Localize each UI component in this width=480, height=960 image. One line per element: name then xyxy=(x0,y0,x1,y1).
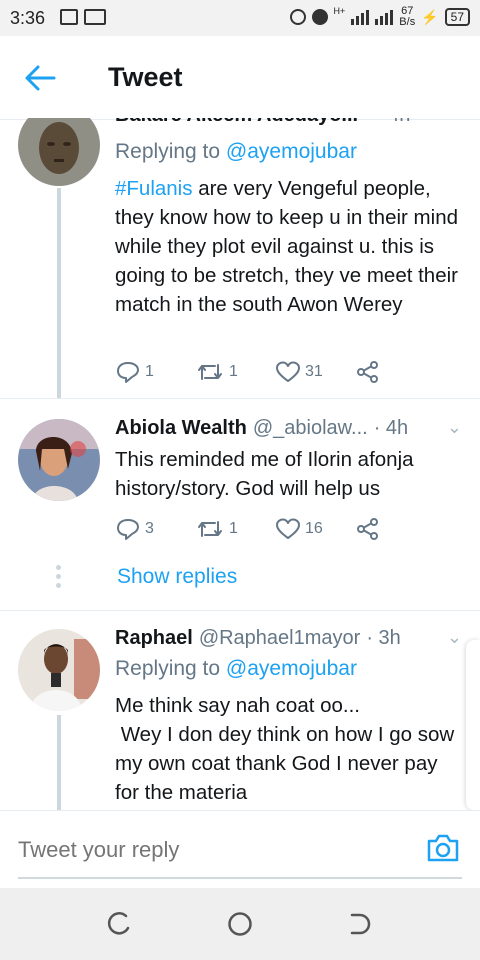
gallery-icon xyxy=(60,9,78,25)
tweet-item[interactable]: Raphael @Raphael1mayor · 3h ⌄ Replying t… xyxy=(0,611,480,810)
reply-bar xyxy=(0,810,480,888)
reply-input[interactable] xyxy=(18,837,398,863)
replying-to: Replying to @ayemojubar xyxy=(115,140,357,164)
thread-line xyxy=(57,188,61,398)
camera-icon[interactable] xyxy=(426,833,460,863)
chevron-down-icon[interactable]: ⌄ xyxy=(447,627,462,648)
hashtag-link[interactable]: #Fulanis xyxy=(115,177,193,200)
system-nav-bar xyxy=(0,888,480,960)
author-name[interactable]: Bakare Akeem Adedayo... xyxy=(115,118,358,127)
like-button[interactable]: 31 xyxy=(275,358,355,386)
back-nav-icon[interactable] xyxy=(346,910,374,938)
show-replies-link[interactable]: Show replies xyxy=(117,565,237,589)
retweet-button[interactable]: 1 xyxy=(195,515,275,543)
signal-icon xyxy=(351,9,370,25)
retweet-count: 1 xyxy=(229,363,238,380)
recent-apps-icon[interactable] xyxy=(106,910,134,938)
scroll-handle[interactable] xyxy=(466,640,480,810)
page-title: Tweet xyxy=(108,62,183,92)
arrow-left-icon[interactable] xyxy=(22,62,58,94)
tweet-header: Abiola Wealth @_abiolaw... · 4h ⌄ xyxy=(115,417,462,440)
tweet-header: Bakare Akeem Adedayo... 4h ⌄ xyxy=(115,118,462,127)
tweet-actions: 3 1 16 xyxy=(115,515,435,543)
tweet-item[interactable]: Abiola Wealth @_abiolaw... · 4h ⌄ This r… xyxy=(0,399,480,609)
signal-icon-2 xyxy=(375,9,394,25)
charging-icon: ⚡ xyxy=(421,8,439,25)
tweet-time: 4h xyxy=(388,118,410,127)
share-button[interactable] xyxy=(355,358,435,386)
replying-prefix: Replying to xyxy=(115,140,221,163)
share-icon xyxy=(357,518,378,540)
reply-icon xyxy=(117,362,139,383)
notification-icons xyxy=(60,9,106,25)
chevron-down-icon[interactable]: ⌄ xyxy=(447,417,462,438)
tweet-text-line: Me think say nah coat oo... xyxy=(115,694,360,717)
retweet-button[interactable]: 1 xyxy=(195,358,275,386)
avatar[interactable] xyxy=(18,629,100,711)
replying-to: Replying to @ayemojubar xyxy=(115,657,357,681)
do-not-disturb-icon xyxy=(311,9,328,25)
network-type: H+ xyxy=(333,6,346,16)
battery-icon: 57 xyxy=(444,8,470,26)
tweet-header: Raphael @Raphael1mayor · 3h ⌄ xyxy=(115,627,462,650)
author-handle[interactable]: @_abiolaw... xyxy=(253,417,368,440)
card-icon xyxy=(84,9,106,25)
chevron-down-icon[interactable]: ⌄ xyxy=(447,118,462,123)
add-circle-icon xyxy=(289,9,306,25)
like-count: 16 xyxy=(305,520,323,537)
status-bar: 3:36 H+ 67 B/s ⚡ 57 xyxy=(0,0,480,36)
tweet-actions: 1 1 31 xyxy=(115,358,435,386)
replying-prefix: Replying to xyxy=(115,657,221,680)
tweet-text: #Fulanis are very Vengeful people, they … xyxy=(115,174,467,319)
author-name[interactable]: Raphael xyxy=(115,627,193,650)
thread-line xyxy=(57,715,61,810)
status-right: H+ 67 B/s ⚡ 57 xyxy=(289,6,470,28)
app-header: Tweet xyxy=(0,36,480,120)
reply-icon xyxy=(117,519,139,540)
status-time: 3:36 xyxy=(10,8,46,28)
heart-icon xyxy=(276,361,300,382)
reply-count: 1 xyxy=(145,363,154,380)
retweet-count: 1 xyxy=(229,520,238,537)
reply-button[interactable]: 1 xyxy=(115,358,195,386)
avatar[interactable] xyxy=(18,118,100,186)
author-name[interactable]: Abiola Wealth xyxy=(115,417,247,440)
share-icon xyxy=(357,361,378,383)
network-speed: 67 B/s xyxy=(399,6,415,28)
heart-icon xyxy=(276,518,300,539)
thread-dots xyxy=(56,565,62,592)
tweet-time: · 3h xyxy=(366,627,401,649)
speed-unit: B/s xyxy=(399,16,416,28)
mention-link[interactable]: @ayemojubar xyxy=(226,140,357,163)
reply-button[interactable]: 3 xyxy=(115,515,195,543)
share-button[interactable] xyxy=(355,515,435,543)
avatar[interactable] xyxy=(18,419,100,501)
tweet-text-line: Wey I don dey think on how I go sow my o… xyxy=(115,723,460,804)
reply-underline xyxy=(18,877,462,879)
home-icon[interactable] xyxy=(226,910,254,938)
retweet-icon xyxy=(198,521,222,537)
tweet-time: · 4h xyxy=(373,417,409,439)
tweet-item[interactable]: Bakare Akeem Adedayo... 4h ⌄ Replying to… xyxy=(0,118,480,398)
tweet-text: This reminded me of Ilorin afonja histor… xyxy=(115,448,414,500)
like-button[interactable]: 16 xyxy=(275,515,355,543)
reply-count: 3 xyxy=(145,520,154,537)
author-handle[interactable]: @Raphael1mayor xyxy=(199,627,361,650)
like-count: 31 xyxy=(305,363,323,380)
retweet-icon xyxy=(198,364,222,380)
mention-link[interactable]: @ayemojubar xyxy=(226,657,357,680)
tweet-text: Me think say nah coat oo... Wey I don de… xyxy=(115,691,467,807)
